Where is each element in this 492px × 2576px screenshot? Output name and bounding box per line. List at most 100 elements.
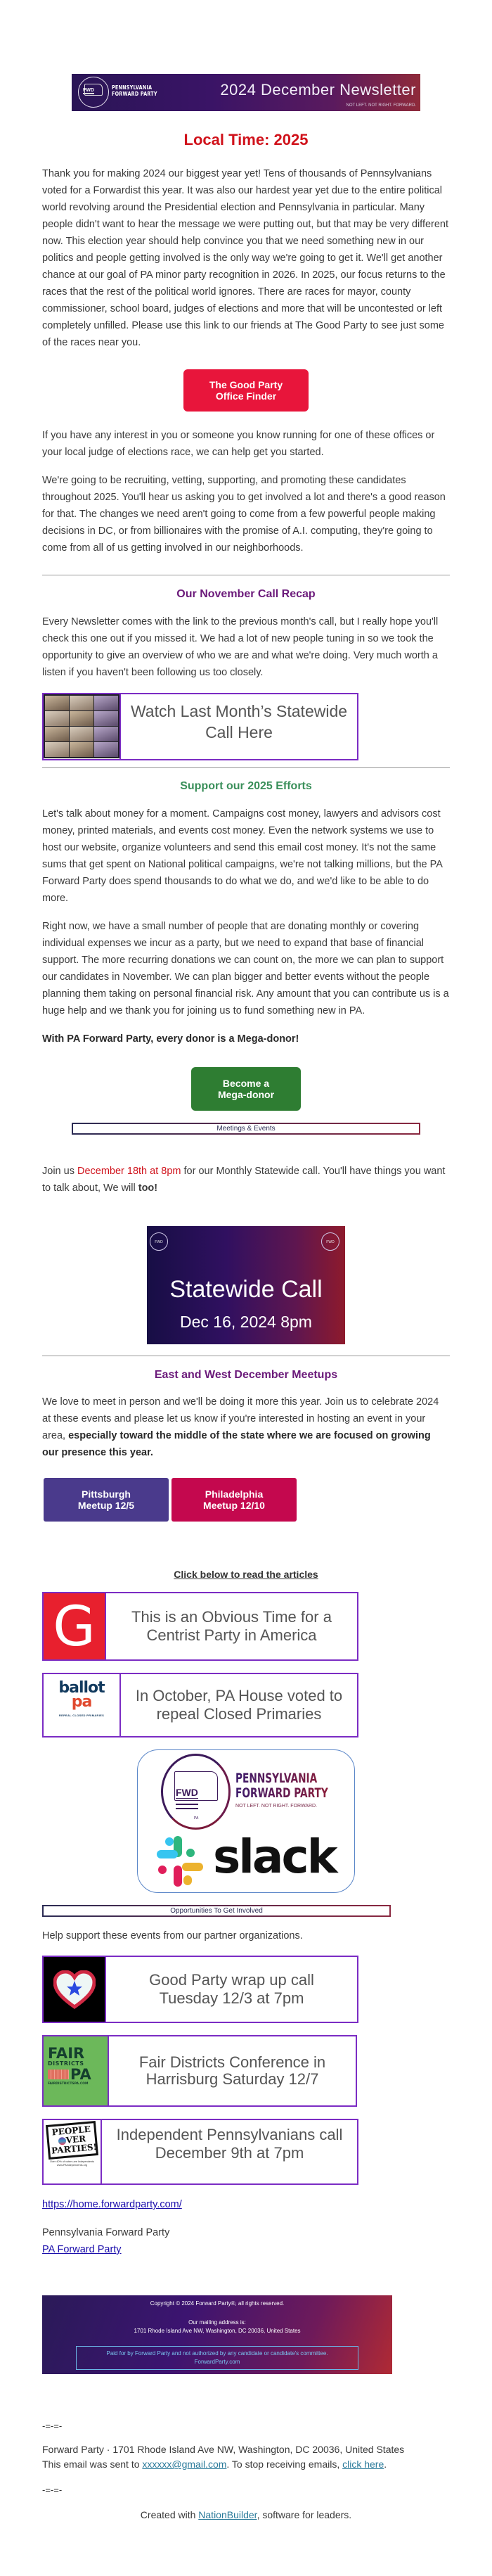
logo-line-1: FAIR <box>48 2045 85 2062</box>
header-banner: FWD PENNSYLVANIA FORWARD PARTY 2024 Dece… <box>72 74 420 111</box>
forward-party-site-link[interactable]: https://home.forwardparty.com/ <box>42 2199 182 2210</box>
button-line-2: Meetup 12/10 <box>203 1500 265 1511</box>
paid-for-disclaimer: Paid for by Forward Party and not author… <box>76 2346 358 2370</box>
intro-paragraph-2: If you have any interest in you or someo… <box>42 430 435 458</box>
text: Created with <box>140 2509 199 2520</box>
tagline: NOT LEFT. NOT RIGHT. FORWARD. <box>235 1804 318 1809</box>
brand-line-1: PENNSYLVANIA <box>112 84 153 91</box>
fwd-logo-icon: FWD <box>321 1232 339 1251</box>
support-heading: Support our 2025 Efforts <box>180 780 312 792</box>
brand-line-2: FORWARD PARTY <box>235 1785 328 1801</box>
text: , software for leaders. <box>257 2509 352 2520</box>
call-recording-thumbnail <box>44 694 121 759</box>
event-thumbnail: FAIR DISTRICTS PA FAIRDISTRICTSPA.COM <box>44 2036 109 2105</box>
intro-paragraph-1: Thank you for making 2024 our biggest ye… <box>42 168 449 348</box>
logo-url: FAIRDISTRICTSPA.COM <box>48 2082 89 2086</box>
slack-join-link[interactable]: FWD PA PENNSYLVANIA FORWARD PARTY NOT LE… <box>42 1749 450 1893</box>
logo-letter: G <box>53 1595 96 1659</box>
footer-sent-to: This email was sent to xxxxxx@gmail.com.… <box>42 2457 450 2472</box>
pa-forward-party-link[interactable]: PA Forward Party <box>42 2244 122 2255</box>
divider <box>42 767 450 768</box>
brand-line-2: FORWARD PARTY <box>112 91 157 97</box>
logo-line-3: PARTIES! <box>51 2141 98 2156</box>
heart-star-icon <box>44 1957 105 2022</box>
article-title: In October, PA House voted to repeal Clo… <box>135 1687 343 1723</box>
statewide-call-graphic: FWD FWD Statewide Call Dec 16, 2024 8pm <box>147 1226 345 1344</box>
separator: -=-=- <box>42 2421 63 2431</box>
event-title: Independent Pennsylvanians call December… <box>116 2126 343 2162</box>
ballot-pa-logo: ballot pa REPEAL CLOSED PRIMARIES <box>44 1674 119 1736</box>
philadelphia-meetup-button[interactable]: Philadelphia Meetup 12/10 <box>171 1478 297 1522</box>
become-mega-donor-button[interactable]: Become a Mega-donor <box>191 1067 301 1111</box>
event-title: Fair Districts Conference in Harrisburg … <box>138 2053 326 2088</box>
unsubscribe-link[interactable]: click here <box>342 2459 384 2470</box>
emphasis: too! <box>138 1182 158 1194</box>
pa-forward-slack-graphic: FWD PA PENNSYLVANIA FORWARD PARTY NOT LE… <box>137 1749 355 1893</box>
event-thumbnail: PEOPLE VER PARTIES! Over 40% of voters a… <box>44 2120 102 2183</box>
meetups-paragraph: We love to meet in person and we'll be d… <box>42 1394 450 1461</box>
event-title: Good Party wrap up call Tuesday 12/3 at … <box>149 1971 314 2007</box>
recipient-email-link[interactable]: xxxxxx@gmail.com <box>142 2459 226 2470</box>
mailing-address: 1701 Rhode Island Ave NW, Washington, DC… <box>134 2328 301 2334</box>
good-party-office-finder-button[interactable]: The Good Party Office Finder <box>183 369 309 412</box>
event-card-good-party[interactable]: Good Party wrap up call Tuesday 12/3 at … <box>42 1956 358 2023</box>
article-card-closed-primaries[interactable]: ballot pa REPEAL CLOSED PRIMARIES In Oct… <box>42 1673 358 1737</box>
slack-icon <box>157 1836 203 1887</box>
event-card-independent-pennsylvanians[interactable]: PEOPLE VER PARTIES! Over 40% of voters a… <box>42 2119 358 2185</box>
brand-line-1: PENNSYLVANIA <box>235 1771 318 1786</box>
disclaimer-text: Paid for by Forward Party and not author… <box>106 2350 328 2357</box>
pittsburgh-meetup-button[interactable]: Pittsburgh Meetup 12/5 <box>44 1478 169 1522</box>
separator: -=-=- <box>42 2485 63 2495</box>
logo-text: FWD <box>83 88 94 94</box>
nationbuilder-link[interactable]: NationBuilder <box>198 2509 257 2520</box>
statewide-call-title: Statewide Call <box>169 1276 323 1303</box>
event-thumbnail <box>44 1957 106 2022</box>
text: This email was sent to <box>42 2459 143 2470</box>
statewide-call-graphic-link[interactable]: FWD FWD Statewide Call Dec 16, 2024 8pm <box>42 1226 450 1344</box>
newsletter-title: 2024 December Newsletter <box>220 81 416 98</box>
brand-name: PENNSYLVANIA FORWARD PARTY <box>235 1771 328 1801</box>
article-title: This is an Obvious Time for a Centrist P… <box>131 1608 332 1644</box>
articles-heading[interactable]: Click below to read the articles <box>42 1569 450 1580</box>
button-line-1: Become a <box>222 1078 270 1089</box>
article-thumbnail: G <box>44 1593 106 1659</box>
logo-text: FWD <box>176 1787 198 1799</box>
button-line-1: The Good Party <box>209 379 283 390</box>
video-grid-image <box>44 694 119 758</box>
button-line-2: Office Finder <box>215 390 277 402</box>
opportunities-bar: Opportunities To Get Involved <box>42 1905 391 1917</box>
event-card-fair-districts[interactable]: FAIR DISTRICTS PA FAIRDISTRICTSPA.COM Fa… <box>42 2035 357 2107</box>
statewide-call-date: Dec 16, 2024 8pm <box>180 1313 312 1331</box>
button-line-2: Mega-donor <box>217 1089 275 1100</box>
tagline: NOT LEFT. NOT RIGHT. FORWARD. <box>346 103 416 108</box>
emphasis: especially toward the middle of the stat… <box>42 1430 431 1458</box>
mailing-label: Our mailing address is: <box>188 2319 246 2326</box>
legal-footer-box: Copyright © 2024 Forward Party®, all rig… <box>42 2295 392 2374</box>
fwd-logo-icon: FWD PA <box>161 1754 231 1830</box>
logo-lines <box>176 1804 198 1809</box>
text: Join us <box>42 1166 77 1177</box>
monthly-call-paragraph: Join us December 18th at 8pm for our Mon… <box>42 1163 450 1197</box>
meetings-events-bar: Meetings & Events <box>72 1123 420 1135</box>
intro-paragraph-3: We're going to be recruiting, vetting, s… <box>42 475 446 554</box>
logo-line-3: PA <box>70 2066 91 2083</box>
logo-line-2: pa <box>71 1693 93 1711</box>
fwd-logo-icon: FWD <box>78 77 109 108</box>
org-name: Pennsylvania Forward Party <box>42 2227 170 2238</box>
text: . To stop receiving emails, <box>226 2459 343 2470</box>
pennsylvania-map-icon <box>48 2070 69 2079</box>
footer-address: Forward Party · 1701 Rhode Island Ave NW… <box>42 2444 405 2455</box>
watch-call-text: Watch Last Month’s Statewide Call Here <box>130 702 348 741</box>
partner-events-intro: Help support these events from our partn… <box>42 1930 303 1941</box>
newsletter-body: Local Time: 2025 Thank you for making 20… <box>42 130 450 2530</box>
watch-last-call-card[interactable]: Watch Last Month’s Statewide Call Here <box>42 693 358 760</box>
support-paragraph-1: Let's talk about money for a moment. Cam… <box>42 808 443 904</box>
article-card-centrist-party[interactable]: G This is an Obvious Time for a Centrist… <box>42 1592 358 1661</box>
recap-paragraph: Every Newsletter comes with the link to … <box>42 616 439 678</box>
call-date-highlight: December 18th at 8pm <box>77 1166 181 1177</box>
local-time-heading: Local Time: 2025 <box>183 131 309 148</box>
g-logo-icon: G <box>44 1593 105 1659</box>
copyright: Copyright © 2024 Forward Party®, all rig… <box>150 2300 285 2307</box>
button-line-1: Pittsburgh <box>81 1488 131 1500</box>
article-thumbnail: ballot pa REPEAL CLOSED PRIMARIES <box>44 1674 121 1736</box>
